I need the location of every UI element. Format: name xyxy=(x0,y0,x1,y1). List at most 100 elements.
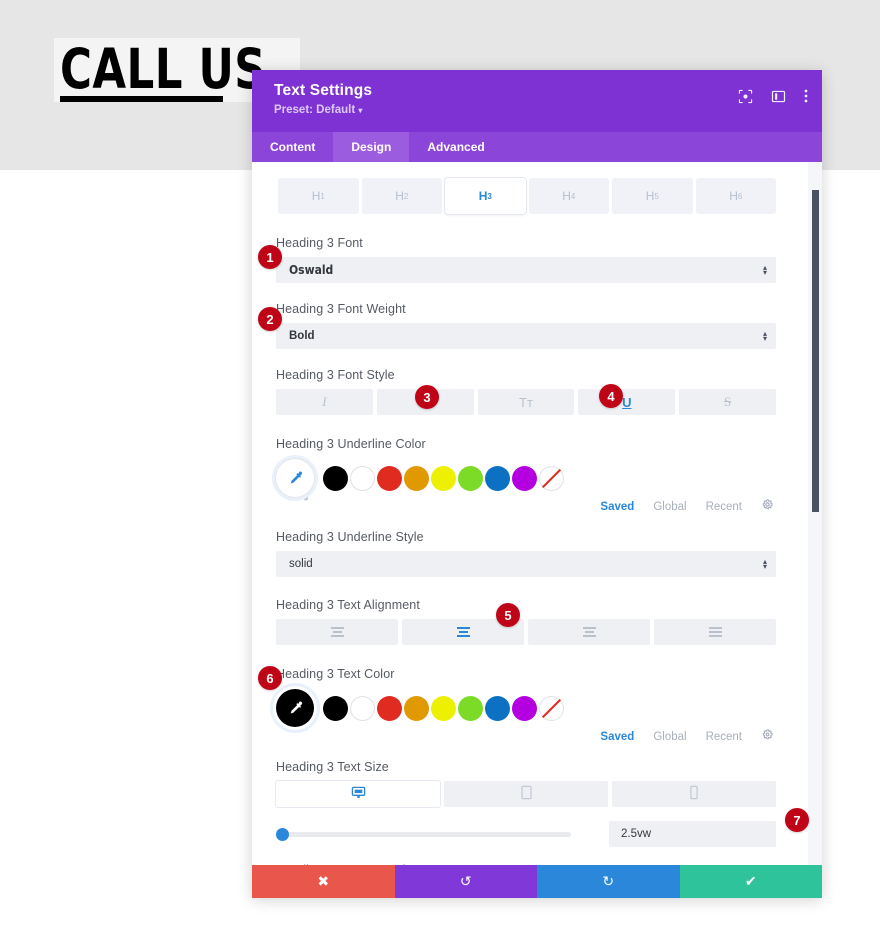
heading-level-h1[interactable]: H1 xyxy=(278,178,359,214)
chevron-updown-icon: ▴ ▾ xyxy=(762,329,767,343)
text-size-slider[interactable] xyxy=(276,827,571,841)
heading-level-h3[interactable]: H3 xyxy=(445,178,526,214)
modal-header: Text Settings Preset: Default ▾ xyxy=(252,70,822,132)
device-desktop-button[interactable] xyxy=(276,781,440,807)
h3-label: H xyxy=(478,189,488,203)
layout-panel-icon[interactable] xyxy=(771,89,786,104)
palette-tab-recent[interactable]: Recent xyxy=(706,731,742,743)
annotation-badge-7: 7 xyxy=(785,808,809,832)
modal-header-icons xyxy=(738,88,808,104)
tab-design[interactable]: Design xyxy=(333,132,410,162)
underline-color-picker[interactable] xyxy=(276,459,314,497)
heading-level-h4[interactable]: H4 xyxy=(528,178,609,214)
heading-level-h6[interactable]: H6 xyxy=(695,178,776,214)
swatch-transparent[interactable] xyxy=(539,465,564,491)
h6-sub: 6 xyxy=(737,191,743,201)
italic-button[interactable]: I xyxy=(276,389,373,415)
underline-glyph: U xyxy=(622,394,632,410)
more-vertical-icon[interactable] xyxy=(804,88,808,104)
device-tablet-button[interactable] xyxy=(444,781,608,807)
palette-tab-global[interactable]: Global xyxy=(653,501,686,513)
swatch-transparent[interactable] xyxy=(539,695,564,721)
italic-glyph: I xyxy=(322,394,327,409)
palette-tab-saved[interactable]: Saved xyxy=(600,731,634,743)
underline-color-palette xyxy=(276,458,776,498)
swatch-red[interactable] xyxy=(377,465,402,491)
palette-tab-saved[interactable]: Saved xyxy=(600,501,634,513)
tab-advanced[interactable]: Advanced xyxy=(409,132,502,162)
align-left-button[interactable] xyxy=(276,619,398,645)
swatch-green[interactable] xyxy=(458,695,483,721)
swatch-blue[interactable] xyxy=(485,695,510,721)
underline-style-value: solid xyxy=(289,558,313,570)
swatch-purple[interactable] xyxy=(512,465,537,491)
modal-action-bar: ✖ ↺ ↻ ✔ xyxy=(252,865,822,898)
field-heading-font-style: Heading 3 Font Style I TT Tт U S xyxy=(276,368,776,415)
h1-label: H xyxy=(311,189,321,203)
heading-preview-text: CALL US xyxy=(60,37,267,101)
text-color-picker[interactable] xyxy=(276,689,314,727)
lowercase-button[interactable]: Tт xyxy=(477,389,575,415)
align-right-button[interactable] xyxy=(528,619,650,645)
heading-font-weight-select[interactable]: Bold ▴ ▾ xyxy=(276,323,776,349)
h1-sub: 1 xyxy=(320,191,325,201)
palette-tab-recent[interactable]: Recent xyxy=(706,501,742,513)
swatch-purple[interactable] xyxy=(512,695,537,721)
swatch-yellow[interactable] xyxy=(431,695,456,721)
swatch-black[interactable] xyxy=(323,465,348,491)
h6-label: H xyxy=(729,189,738,203)
save-button[interactable]: ✔ xyxy=(679,865,822,898)
redo-button[interactable]: ↻ xyxy=(537,865,680,898)
swatch-white[interactable] xyxy=(350,695,375,721)
gear-icon[interactable] xyxy=(761,498,774,516)
heading-font-label: Heading 3 Font xyxy=(276,236,363,250)
text-color-palette-meta: Saved Global Recent xyxy=(276,728,776,746)
strikethrough-button[interactable]: S xyxy=(679,389,776,415)
underline-style-select[interactable]: solid ▴ ▾ xyxy=(276,551,776,577)
gear-icon[interactable] xyxy=(761,728,774,746)
cancel-button[interactable]: ✖ xyxy=(252,865,395,898)
chevron-down-icon: ▾ xyxy=(358,106,363,115)
phone-icon xyxy=(689,785,699,803)
heading-level-h5[interactable]: H5 xyxy=(612,178,693,214)
heading-font-value: Oswald xyxy=(289,263,334,277)
swatch-white[interactable] xyxy=(350,465,375,491)
text-size-device-group xyxy=(276,781,776,807)
heading-font-select[interactable]: Oswald ▴ ▾ xyxy=(276,257,776,283)
field-underline-style: Heading 3 Underline Style solid ▴ ▾ xyxy=(276,530,776,577)
heading-font-weight-label: Heading 3 Font Weight xyxy=(276,302,406,316)
swatch-orange[interactable] xyxy=(404,695,429,721)
h5-label: H xyxy=(645,189,655,203)
annotation-badge-4: 4 xyxy=(599,384,623,408)
heading-font-style-label: Heading 3 Font Style xyxy=(276,368,395,382)
align-center-icon xyxy=(456,627,470,637)
text-size-input[interactable]: 2.5vw xyxy=(609,821,776,847)
tab-content[interactable]: Content xyxy=(252,132,333,162)
heading-level-h2[interactable]: H2 xyxy=(361,178,442,214)
underline-color-palette-meta: Saved Global Recent xyxy=(276,498,776,516)
underline-button[interactable]: U xyxy=(578,389,676,415)
undo-button[interactable]: ↺ xyxy=(394,865,537,898)
device-phone-button[interactable] xyxy=(612,781,776,807)
swatch-red[interactable] xyxy=(377,695,402,721)
text-size-slider-knob[interactable] xyxy=(276,827,289,841)
align-justify-icon xyxy=(708,627,722,637)
h2-sub: 2 xyxy=(403,191,409,201)
swatch-yellow[interactable] xyxy=(431,465,456,491)
swatch-green[interactable] xyxy=(458,465,483,491)
field-underline-color: Heading 3 Underline Color ••• Saved Glob… xyxy=(276,437,776,516)
swatch-orange[interactable] xyxy=(404,465,429,491)
swatch-black[interactable] xyxy=(323,695,348,721)
scrollbar-thumb[interactable] xyxy=(812,190,819,512)
focus-icon[interactable] xyxy=(738,89,753,104)
h4-sub: 4 xyxy=(570,191,576,201)
palette-tab-global[interactable]: Global xyxy=(653,731,686,743)
swatch-blue[interactable] xyxy=(485,465,510,491)
text-alignment-button-group xyxy=(276,619,776,645)
field-heading-font: Heading 3 Font Oswald ▴ ▾ xyxy=(276,236,776,283)
chevron-updown-icon: ▴ ▾ xyxy=(762,557,767,571)
align-justify-button[interactable] xyxy=(654,619,776,645)
text-alignment-label: Heading 3 Text Alignment xyxy=(276,598,420,612)
preset-selector[interactable]: Preset: Default ▾ xyxy=(274,104,806,116)
scrollbar-track[interactable] xyxy=(808,162,822,865)
